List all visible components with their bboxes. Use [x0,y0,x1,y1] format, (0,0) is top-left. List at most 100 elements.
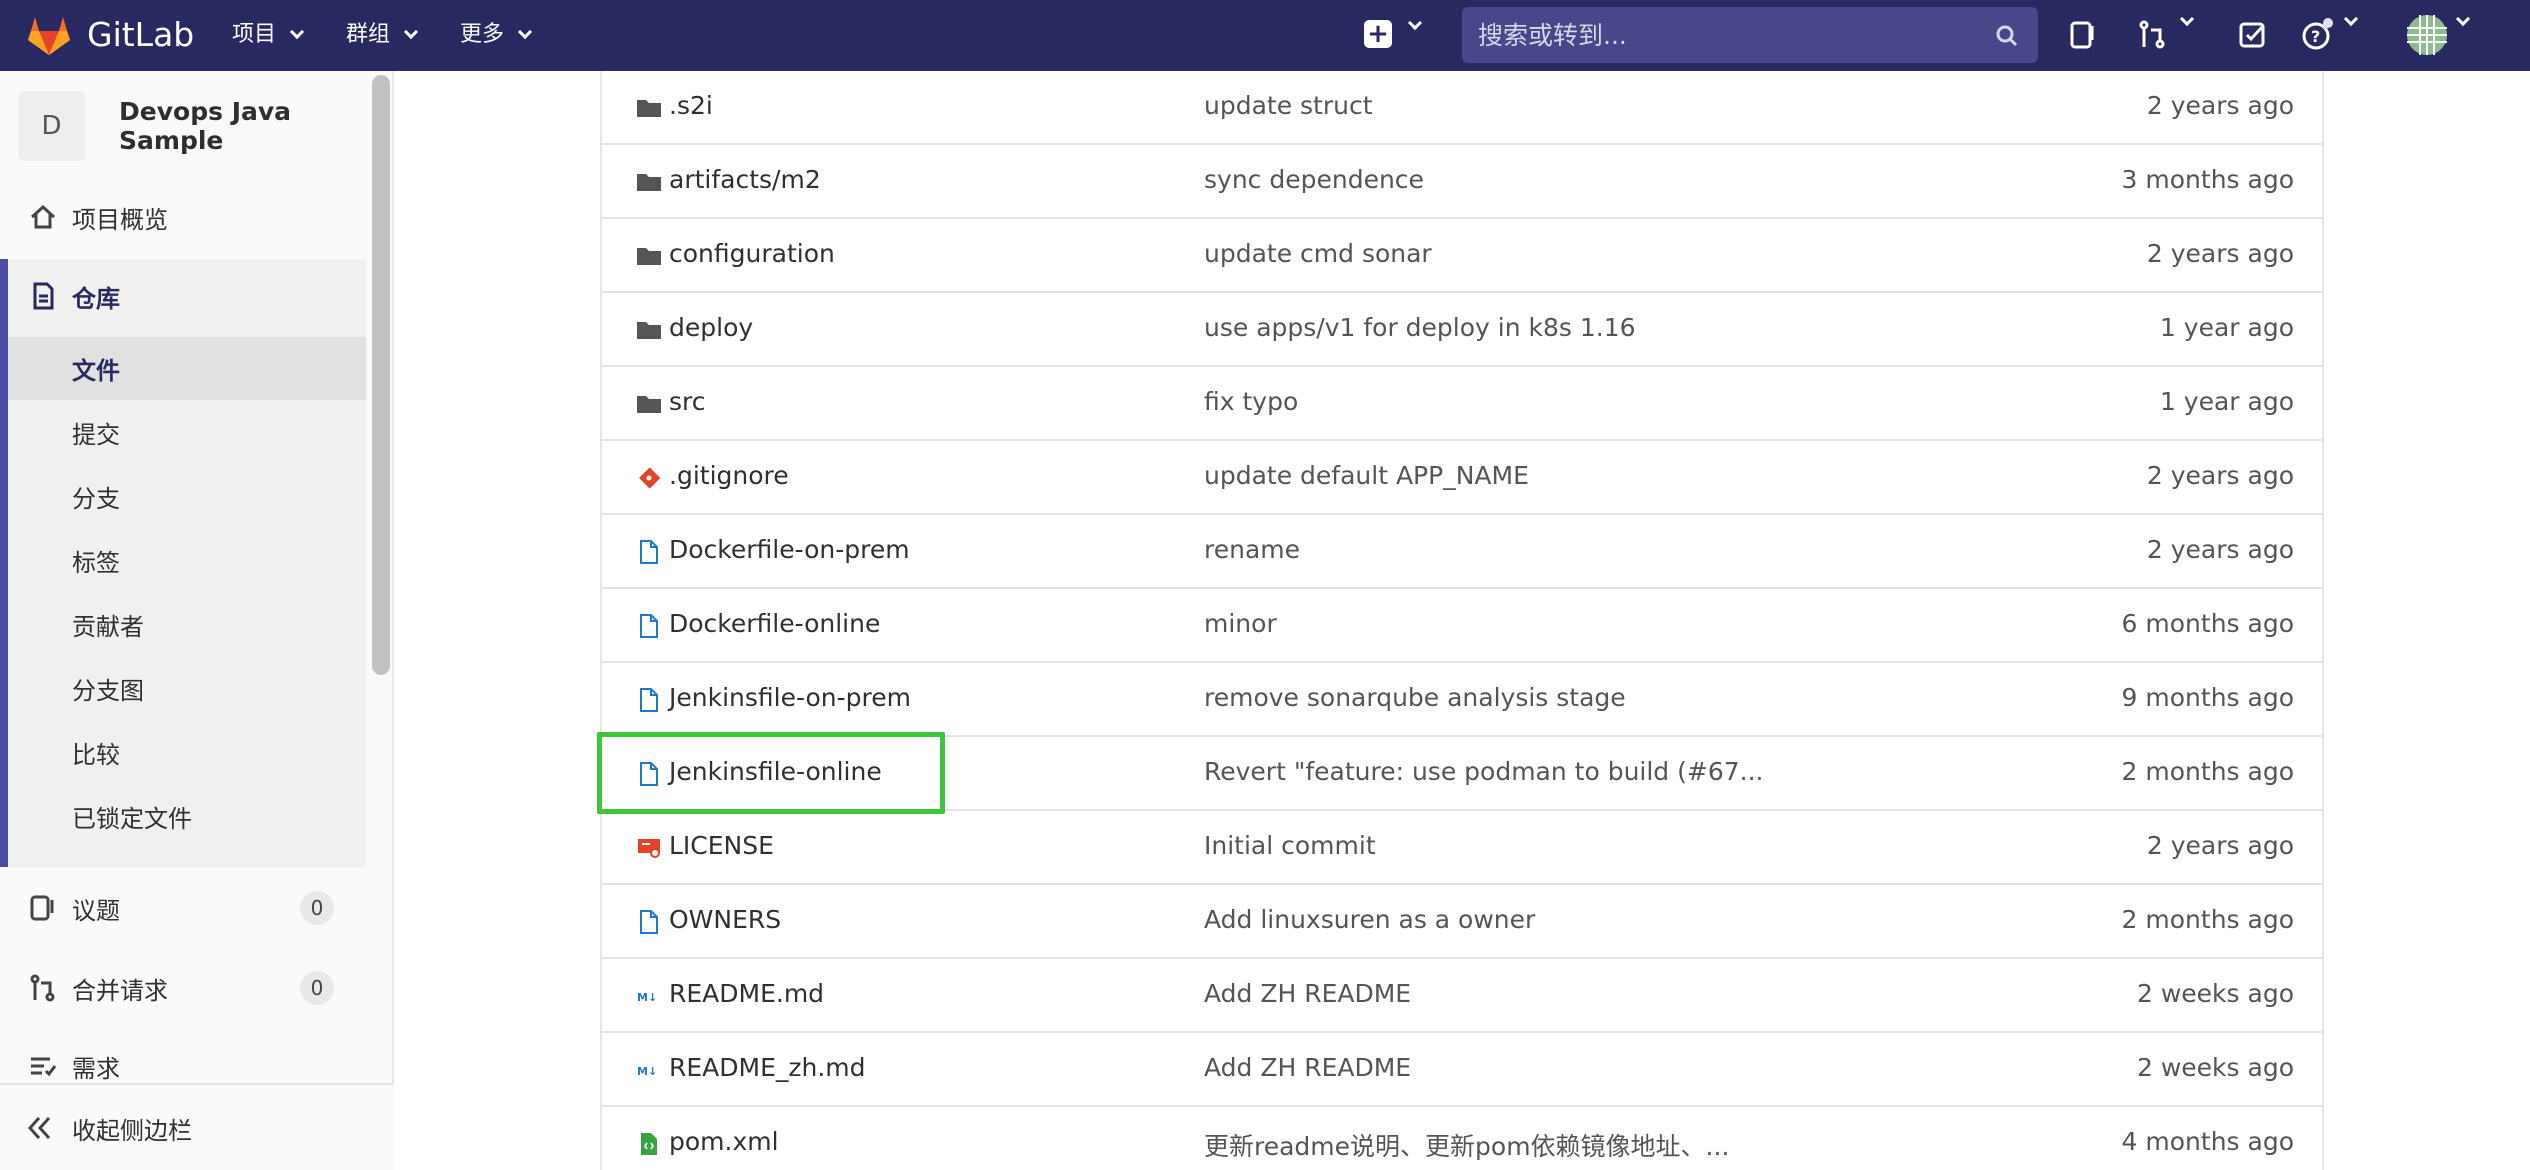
commit-message-link[interactable]: sync dependence [1204,165,1424,194]
user-avatar[interactable] [2406,14,2448,56]
commit-message-link[interactable]: fix typo [1204,387,1298,416]
table-row[interactable]: pom.xml 更新readme说明、更新pom依赖镜像地址、... 4 month… [602,1107,2322,1170]
table-row[interactable]: M↓ README_zh.md Add ZH README 2 weeks ago [602,1033,2322,1107]
gitlab-logo-icon[interactable] [26,14,72,56]
commit-time: 6 months ago [2121,609,2294,638]
issues-icon [30,895,54,921]
commit-time: 2 weeks ago [2137,1053,2294,1082]
file-name-link[interactable]: Dockerfile-online [669,609,880,638]
merge-request-icon[interactable] [2136,18,2170,52]
help-icon[interactable]: ? [2300,18,2334,52]
collapse-sidebar-button[interactable]: 收起侧边栏 [0,1083,394,1170]
table-row[interactable]: artifacts/m2 sync dependence 3 months ago [602,145,2322,219]
issues-icon[interactable] [2066,18,2100,52]
commit-message-link[interactable]: Add ZH README [1204,979,1411,1008]
brand-name[interactable]: GitLab [87,14,194,56]
sidebar-item-compare[interactable]: 比较 [72,735,120,770]
commit-message-link[interactable]: 更新readme说明、更新pom依赖镜像地址、... [1204,1127,1729,1163]
search-icon[interactable] [1996,25,2018,47]
table-row[interactable]: M↓ README.md Add ZH README 2 weeks ago [602,959,2322,1033]
chevron-down-icon [403,24,419,40]
file-name-link[interactable]: Dockerfile-on-prem [669,535,910,564]
table-row[interactable]: OWNERS Add linuxsuren as a owner 2 months … [602,885,2322,959]
new-dropdown-toggle[interactable] [1404,15,1423,31]
sidebar-item-commits[interactable]: 提交 [72,415,120,450]
project-name: Devops Java Sample [119,97,292,155]
table-row[interactable]: deploy use apps/v1 for deploy in k8s 1.16… [602,293,2322,367]
sidebar-item-graph[interactable]: 分支图 [72,671,144,706]
new-plus-icon[interactable]: + [1364,20,1392,48]
commit-message-link[interactable]: Add ZH README [1204,1053,1411,1082]
sidebar: D Devops Java Sample 项目概览 仓库 文件 提交 分支 标签… [0,71,394,1170]
file-name-link[interactable]: README_zh.md [669,1053,866,1082]
sidebar-item-repository[interactable]: 仓库 [0,267,366,325]
commit-message-link[interactable]: update struct [1204,91,1373,120]
chevron-down-icon [1407,15,1423,31]
table-row[interactable]: LICENSE Initial commit 2 years ago [602,811,2322,885]
merge-requests-count-badge: 0 [300,971,334,1005]
chevron-down-icon [2455,11,2471,27]
sidebar-item-contributors[interactable]: 贡献者 [72,607,144,642]
sidebar-item-tags[interactable]: 标签 [72,543,120,578]
commit-message-link[interactable]: update default APP_NAME [1204,461,1529,490]
commit-message-link[interactable]: use apps/v1 for deploy in k8s 1.16 [1204,313,1636,342]
sidebar-item-locked-files[interactable]: 已锁定文件 [72,799,192,834]
file-name-link[interactable]: configuration [669,239,835,268]
commit-message-link[interactable]: update cmd sonar [1204,239,1432,268]
commit-message-link[interactable]: remove sonarqube analysis stage [1204,683,1626,712]
chevron-down-icon [2179,11,2195,27]
sidebar-item-branches[interactable]: 分支 [72,479,120,514]
table-row[interactable]: configuration update cmd sonar 2 years ago [602,219,2322,293]
table-row[interactable]: .s2i update struct 2 years ago [602,71,2322,145]
svg-text:M↓: M↓ [637,1065,657,1078]
commit-message-link[interactable]: rename [1204,535,1300,564]
menu-groups-label: 群组 [346,22,391,47]
project-header[interactable]: D Devops Java Sample [18,91,392,161]
menu-projects[interactable]: 项目 [232,18,305,52]
merge-request-dropdown[interactable] [2176,11,2195,27]
search-input[interactable] [1462,7,2038,63]
file-name-link[interactable]: README.md [669,979,824,1008]
file-name-link[interactable]: Jenkinsfile-on-prem [669,683,911,712]
table-row[interactable]: Jenkinsfile-on-prem remove sonarqube anal… [602,663,2322,737]
sidebar-item-issues[interactable]: 议题 0 [0,879,366,937]
commit-message-link[interactable]: minor [1204,609,1277,638]
file-name-link[interactable]: .gitignore [669,461,789,490]
help-dropdown[interactable] [2340,11,2359,27]
table-row[interactable]: Dockerfile-online minor 6 months ago [602,589,2322,663]
commit-time: 2 years ago [2146,831,2294,860]
commit-time: 9 months ago [2121,683,2294,712]
sidebar-item-merge-requests[interactable]: 合并请求 0 [0,959,366,1017]
table-row[interactable]: Dockerfile-on-prem rename 2 years ago [602,515,2322,589]
markdown-icon: M↓ [636,1058,662,1082]
commit-message-link[interactable]: Initial commit [1204,831,1376,860]
table-row[interactable]: .gitignore update default APP_NAME 2 years… [602,441,2322,515]
file-name-link[interactable]: .s2i [669,91,713,120]
sidebar-item-label: 合并请求 [72,976,168,1005]
user-dropdown[interactable] [2452,11,2471,27]
commit-message-link[interactable]: Add linuxsuren as a owner [1204,905,1535,934]
top-navbar: GitLab 项目 群组 更多 + ? [0,0,2530,71]
sidebar-item-label: 议题 [72,896,120,925]
sidebar-scrollbar[interactable] [372,75,390,675]
xml-icon [636,1132,662,1156]
commit-message-link[interactable]: Revert "feature: use podman to build (#6… [1204,757,1763,786]
file-name-link[interactable]: OWNERS [669,905,781,934]
issues-count-badge: 0 [300,891,334,925]
sidebar-item-files[interactable]: 文件 [72,351,120,386]
todos-icon[interactable] [2236,18,2270,52]
file-name-link[interactable]: pom.xml [669,1127,779,1156]
table-row[interactable]: src fix typo 1 year ago [602,367,2322,441]
file-name-link[interactable]: artifacts/m2 [669,165,821,194]
chevron-down-icon [2343,11,2359,27]
menu-groups[interactable]: 群组 [346,18,419,52]
file-name-link[interactable]: deploy [669,313,753,342]
folder-icon [636,244,662,268]
markdown-icon: M↓ [636,984,662,1008]
file-name-link[interactable]: src [669,387,706,416]
collapse-sidebar-label: 收起侧边栏 [72,1117,192,1145]
sidebar-item-overview[interactable]: 项目概览 [0,188,366,246]
commit-time: 2 years ago [2146,91,2294,120]
menu-more[interactable]: 更多 [460,18,533,52]
file-name-link[interactable]: LICENSE [669,831,774,860]
